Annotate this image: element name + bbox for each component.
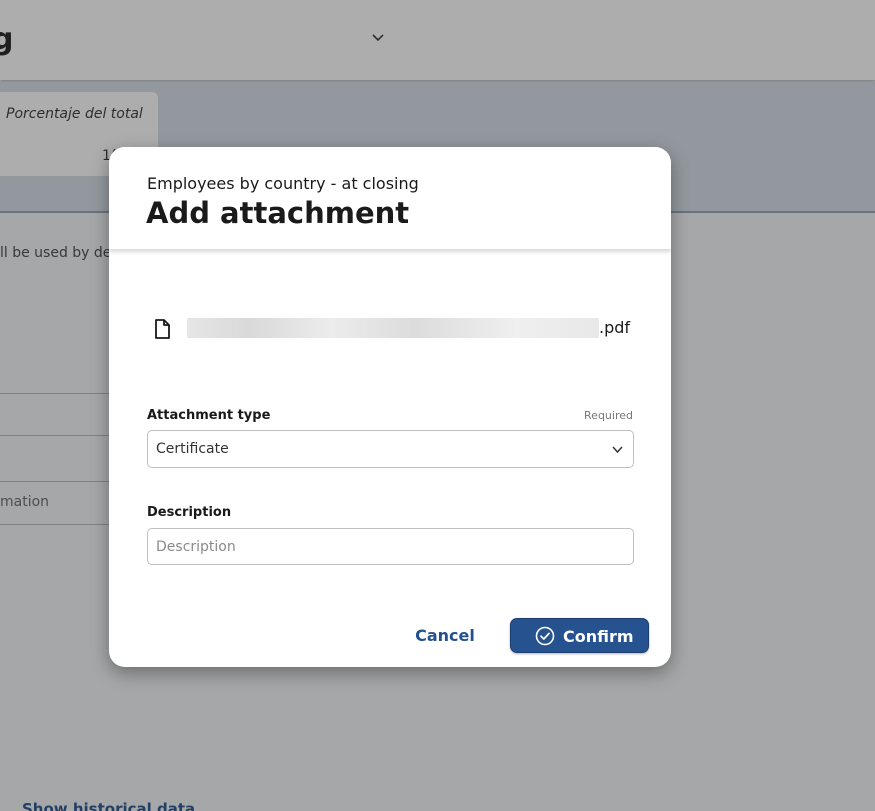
confirm-label: Confirm [563,627,634,646]
file-extension: .pdf [599,318,631,337]
description-label: Description [147,505,232,520]
required-indicator: Required [584,409,633,422]
dialog-header: Employees by country - at closing Add at… [109,147,671,249]
attachment-type-label: Attachment type [147,408,271,423]
attachment-type-select[interactable]: Certificate [147,430,634,468]
file-name-redacted [187,318,599,338]
chevron-down-icon [612,446,623,454]
attachment-type-value: Certificate [156,441,229,457]
cancel-button[interactable]: Cancel [399,619,491,651]
file-icon [155,319,170,339]
confirm-button[interactable]: Confirm [510,618,649,653]
add-attachment-dialog: Employees by country - at closing Add at… [109,147,671,667]
file-item: .pdf [153,317,633,341]
dialog-subtitle: Employees by country - at closing [147,174,419,193]
description-input[interactable] [147,528,634,565]
dialog-title: Add attachment [146,196,410,230]
check-circle-icon [535,626,555,646]
